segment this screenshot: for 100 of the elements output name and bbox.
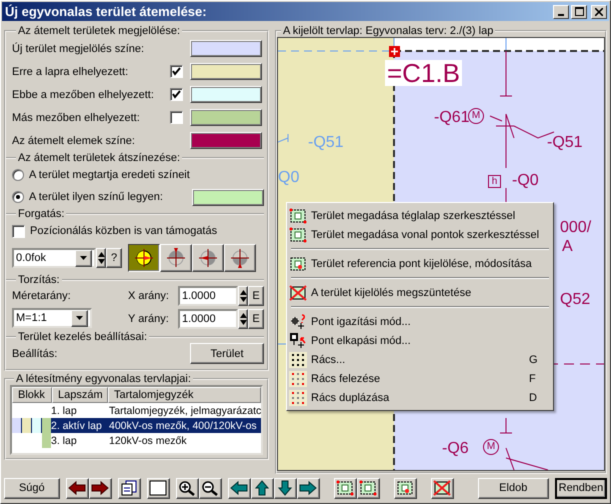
reset-button[interactable]: E	[248, 309, 264, 329]
column-header[interactable]: Lapszám	[52, 387, 108, 403]
group-label: Torzítás:	[18, 274, 60, 286]
group-label: Terület kezelés beállításai:	[18, 331, 148, 343]
group-label: Forgatás:	[18, 208, 64, 220]
arrow-left-icon	[68, 480, 86, 496]
checkbox[interactable]	[170, 111, 183, 124]
minimize-button[interactable]	[553, 4, 569, 18]
drawing-label: Q52	[560, 292, 590, 308]
minimize-icon	[558, 14, 564, 16]
menu-item[interactable]: Rács... G	[289, 350, 551, 369]
table-cell: Tartalomjegyzék, jelmagyarázatc	[108, 404, 261, 416]
checkbox[interactable]	[170, 88, 183, 101]
help-button[interactable]: Súgó	[4, 478, 60, 498]
grid-half-icon	[289, 370, 307, 386]
grid-icon	[289, 352, 307, 368]
menu-item[interactable]: A terület kijelölés megszüntetése	[289, 283, 551, 302]
field-label: Ebbe a mezőben elhelyezett:	[12, 88, 155, 100]
spin-arrows-icon	[240, 312, 246, 326]
close-button[interactable]	[591, 4, 607, 18]
spin-arrows-icon	[240, 289, 246, 303]
help-button[interactable]: ?	[106, 248, 122, 268]
toolbar-button[interactable]	[88, 478, 112, 498]
spin-arrows-icon	[98, 251, 104, 265]
menu-item[interactable]: Rács felezése F	[289, 369, 551, 388]
field-label: Erre a lapra elhelyezett:	[12, 66, 130, 78]
spin-button[interactable]	[238, 309, 248, 329]
group-label: Az átemelt területek megjelölése:	[18, 25, 180, 37]
table-cell-text: 3. lap	[50, 434, 78, 446]
maximize-button[interactable]	[571, 4, 587, 18]
toolbar-button[interactable]	[176, 478, 199, 498]
color-swatch[interactable]	[190, 132, 262, 149]
radio-button[interactable]	[12, 191, 24, 203]
zoom-out-icon	[201, 480, 220, 496]
color-swatch[interactable]	[192, 188, 264, 206]
scale-dropdown[interactable]: M=1:1	[12, 308, 92, 328]
ratio-field[interactable]: 1.0000	[178, 309, 238, 329]
discard-button[interactable]: Eldob	[478, 478, 549, 498]
group-label: Az átemelt területek átszínezése:	[18, 152, 180, 164]
ratio-field[interactable]: 1.0000	[178, 286, 238, 306]
toolbar-button[interactable]	[250, 478, 274, 498]
rect-area-icon	[289, 208, 307, 224]
toolbar-button[interactable]	[334, 478, 357, 498]
checkbox[interactable]	[12, 224, 25, 238]
menu-item[interactable]: Terület megadása vonal pontok szerkesztéssel	[289, 225, 551, 244]
field-label: Beállítás:	[12, 348, 58, 360]
menu-item[interactable]: Rács duplázása D	[289, 388, 551, 407]
drawing-label: =C1.B	[385, 60, 462, 86]
ref-point-icon	[289, 256, 307, 272]
toolbar-button[interactable]	[430, 478, 454, 498]
toolbar-button[interactable]	[146, 478, 170, 498]
toolbar-button[interactable]	[394, 478, 417, 498]
menu-item[interactable]: Pont igazítási mód...	[289, 312, 551, 331]
spin-button[interactable]	[96, 248, 106, 268]
color-swatch[interactable]	[190, 109, 262, 126]
column-header[interactable]: Tartalomjegyzék	[108, 387, 261, 403]
color-swatch[interactable]	[190, 40, 262, 57]
rotate-down-icon	[229, 247, 251, 269]
angle-field[interactable]: 0.0fok	[12, 248, 96, 268]
toolbar-button[interactable]	[296, 478, 320, 498]
checkbox[interactable]	[170, 65, 183, 78]
table-cell-text: 400kV-os mezők, 400/120kV-os	[108, 420, 258, 432]
rotate-up-icon	[165, 247, 187, 269]
rotate-button[interactable]	[128, 244, 160, 272]
reset-button[interactable]: E	[248, 286, 264, 306]
area-settings-button[interactable]: Terület	[190, 343, 264, 364]
toolbar-button[interactable]	[228, 478, 251, 498]
checkmark-icon	[172, 90, 181, 99]
drawing-label: M	[483, 439, 499, 455]
line-area-icon	[359, 480, 378, 496]
toolbar-button[interactable]	[66, 478, 89, 498]
group-label: A létesítmény egyvonalas tervlapjai:	[16, 373, 191, 385]
rect-area-icon	[336, 480, 354, 496]
color-swatch[interactable]	[190, 86, 262, 103]
option-label: Pozícionálás közben is van támogatás	[30, 225, 218, 237]
option-label: A terület megtartja eredeti színeit	[29, 169, 191, 181]
toolbar-button[interactable]	[198, 478, 222, 498]
field-label: X arány:	[128, 290, 170, 302]
snap-icon	[289, 332, 307, 348]
pan-left-icon	[230, 480, 248, 496]
table-row[interactable]: 2. aktív lap 400kV-os mezők, 400/120kV-os	[12, 418, 261, 433]
origin-marker-icon	[389, 46, 400, 57]
menu-item[interactable]: Pont elkapási mód...	[289, 331, 551, 350]
color-swatch[interactable]	[190, 63, 262, 80]
column-header[interactable]: Blokk	[12, 387, 52, 403]
drawing-label: A	[562, 239, 573, 255]
ok-button[interactable]: Rendben	[554, 478, 607, 498]
dropdown-button[interactable]	[71, 310, 88, 326]
blank-icon	[149, 480, 168, 496]
toolbar-button[interactable]	[274, 478, 297, 498]
field-label: Y arány:	[128, 313, 170, 325]
toolbar-button[interactable]	[356, 478, 380, 498]
radio-button[interactable]	[12, 169, 24, 181]
menu-item[interactable]: Terület megadása téglalap szerkesztéssel	[289, 206, 551, 225]
window-title: Új egyvonalas terület átemelése:	[5, 4, 207, 19]
drawing-label: -Q6	[442, 441, 469, 457]
dropdown-button[interactable]	[75, 250, 92, 266]
toolbar-button[interactable]	[118, 478, 141, 498]
spin-button[interactable]	[238, 286, 248, 306]
menu-item[interactable]: Terület referencia pont kijelölése, módosítása	[289, 254, 551, 273]
